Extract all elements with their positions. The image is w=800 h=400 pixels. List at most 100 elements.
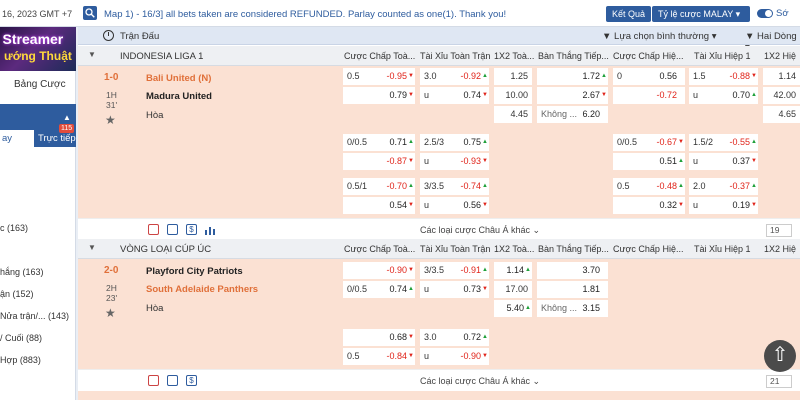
odds-type-select[interactable]: Tỷ lệ cược MALAY ▾: [652, 6, 750, 22]
odds-cell[interactable]: 1.5/2 -0.55 ▲: [689, 134, 758, 151]
odds-cell[interactable]: 2.5/3 0.75 ▲: [420, 134, 489, 151]
odds-cell[interactable]: u -0.90 ▼: [420, 348, 489, 365]
odds-cell[interactable]: u 0.74 ▼: [420, 87, 489, 104]
odds-cell[interactable]: Không ... 6.20: [537, 106, 608, 123]
odds-cell[interactable]: 4.65: [763, 106, 800, 123]
live-count-badge: 115: [59, 124, 75, 133]
odds-cell[interactable]: Không ... 3.15: [537, 300, 608, 317]
scoreboard-icon[interactable]: [167, 375, 178, 386]
odds-cell[interactable]: 5.40 ▲: [494, 300, 532, 317]
odds-cell[interactable]: 3.0 -0.92 ▲: [420, 68, 489, 85]
odds-cell[interactable]: -0.72: [613, 87, 685, 104]
odds-cell[interactable]: 0.5 -0.48 ▲: [613, 178, 685, 195]
odds-cell[interactable]: u 0.70 ▲: [689, 87, 758, 104]
odds-cell[interactable]: 0.54 ▼: [343, 197, 415, 214]
collapse-icon[interactable]: ▼: [88, 50, 96, 59]
odds-cell[interactable]: 4.45: [494, 106, 532, 123]
stats-icon[interactable]: [148, 224, 159, 235]
odds-type-label: Tỷ lệ cược MALAY: [658, 9, 734, 19]
match-period: 2H: [106, 283, 117, 293]
market-count[interactable]: 21: [766, 375, 792, 388]
odds-cell[interactable]: 1.81: [537, 281, 608, 298]
toggle-label: Sớ: [776, 8, 789, 19]
chevron-down-icon: ⌄: [532, 225, 541, 235]
sidebar-item[interactable]: ận (152): [0, 289, 34, 299]
cash-icon[interactable]: $: [186, 375, 197, 386]
odds-cell[interactable]: 2.67 ▼: [537, 87, 608, 104]
display-mode-select[interactable]: ▼ Lựa chọn bình thường ▾: [602, 31, 716, 42]
market-count[interactable]: 19: [766, 224, 792, 237]
odds-cell[interactable]: 42.00: [763, 87, 800, 104]
odds-cell[interactable]: 1.25: [494, 68, 532, 85]
tab-live[interactable]: Trực tiếp: [38, 133, 76, 144]
odds-cell[interactable]: u 0.37 ▼: [689, 153, 758, 170]
odds-cell[interactable]: u -0.93 ▼: [420, 153, 489, 170]
chevron-up-icon[interactable]: ▲: [63, 113, 71, 122]
odds-cell[interactable]: 3/3.5 -0.91 ▲: [420, 262, 489, 279]
odds-cell[interactable]: 0.79 ▼: [343, 87, 415, 104]
search-button[interactable]: [83, 6, 97, 20]
scroll-to-top-button[interactable]: ⇧: [764, 340, 796, 372]
col-header: Bàn Thắng Tiếp...: [538, 244, 609, 254]
league-name: INDONESIA LIGA 1: [120, 51, 204, 62]
odds-cell[interactable]: 10.00: [494, 87, 532, 104]
league-header[interactable]: ▼ VÒNG LOẠI CÚP ÚC Cược Chấp Toà... Tài …: [78, 239, 800, 259]
display-mode-label: Lựa chọn bình thường: [614, 31, 710, 42]
chart-icon[interactable]: [205, 226, 215, 235]
draw-label: Hòa: [146, 303, 164, 314]
odds-cell[interactable]: -0.87 ▼: [343, 153, 415, 170]
more-markets-link[interactable]: Các loại cược Châu Á khác ⌄: [420, 225, 540, 236]
odds-cell[interactable]: 0.32 ▼: [613, 197, 685, 214]
odds-cell[interactable]: -0.90 ▼: [343, 262, 415, 279]
odds-cell[interactable]: u 0.56 ▼: [420, 197, 489, 214]
odds-cell[interactable]: 0.5 -0.84 ▼: [343, 348, 415, 365]
odds-cell[interactable]: 1.14 ▲: [494, 262, 532, 279]
stats-icon[interactable]: [148, 375, 159, 386]
toggle-switch[interactable]: [757, 9, 773, 18]
odds-cell[interactable]: 0/0.5 0.71 ▲: [343, 134, 415, 151]
league-section: ▼ VÒNG LOẠI CÚP ÚC Cược Chấp Toà... Tài …: [78, 239, 800, 400]
odds-cell[interactable]: 2.0 -0.37 ▲: [689, 178, 758, 195]
sidebar-item[interactable]: hắng (163): [0, 267, 44, 277]
league-header[interactable]: ▼ INDONESIA LIGA 1 Cược Chấp Toà... Tài …: [78, 46, 800, 66]
scoreboard-icon[interactable]: [167, 224, 178, 235]
odds-cell[interactable]: 1.72 ▲: [537, 68, 608, 85]
more-markets-label: Các loại cược Châu Á khác: [420, 225, 530, 235]
tab-today[interactable]: ay: [0, 130, 34, 147]
odds-cell[interactable]: 0 0.56: [613, 68, 685, 85]
odds-cell[interactable]: 3.70: [537, 262, 608, 279]
sidebar-item[interactable]: Nửa trận/... (143): [0, 311, 69, 321]
odds-cell[interactable]: 0.5/1 -0.70 ▲: [343, 178, 415, 195]
left-sidebar: t Streamer ướng Thuật Bảng Cược ▲ ay Trự…: [0, 27, 76, 400]
results-button[interactable]: Kết Quả: [606, 6, 652, 22]
odds-cell[interactable]: 0/0.5 -0.67 ▼: [613, 134, 685, 151]
collapse-icon[interactable]: ▼: [88, 243, 96, 252]
odds-cell[interactable]: 0.5 -0.95 ▼: [343, 68, 415, 85]
odds-cell[interactable]: 3.0 0.72 ▲: [420, 329, 489, 346]
odds-cell[interactable]: u 0.19 ▼: [689, 197, 758, 214]
favorite-star-icon[interactable]: ★: [105, 306, 116, 320]
sidebar-item[interactable]: c (163): [0, 223, 28, 233]
banner-subtitle: ướng Thuật: [4, 49, 72, 63]
favorite-star-icon[interactable]: ★: [105, 113, 116, 127]
col-header: Cược Chấp Hiệ...: [613, 51, 684, 61]
odds-cell[interactable]: 1.14: [763, 68, 800, 85]
more-markets-link[interactable]: Các loại cược Châu Á khác ⌄: [420, 376, 540, 387]
streamer-banner[interactable]: t Streamer ướng Thuật: [0, 27, 76, 71]
odds-cell[interactable]: 0.51 ▲: [613, 153, 685, 170]
match-column-header: Trận Đấu: [120, 31, 160, 42]
odds-cell[interactable]: 0.68 ▼: [343, 329, 415, 346]
bet-slip-tab[interactable]: Bảng Cược: [14, 79, 66, 90]
sidebar-tabs: ay Trực tiếp 115: [0, 124, 76, 147]
col-header: Tài Xỉu Toàn Trận: [420, 244, 491, 254]
draw-label: Hòa: [146, 110, 164, 121]
sidebar-item[interactable]: / Cuối (88): [0, 333, 42, 343]
sidebar-item[interactable]: Hợp (883): [0, 355, 41, 365]
col-header: Cược Chấp Hiệ...: [613, 244, 684, 254]
cash-icon[interactable]: $: [186, 224, 197, 235]
odds-cell[interactable]: 1.5 -0.88 ▼: [689, 68, 758, 85]
odds-cell[interactable]: 3/3.5 -0.74 ▲: [420, 178, 489, 195]
odds-cell[interactable]: 17.00: [494, 281, 532, 298]
odds-cell[interactable]: 0/0.5 0.74 ▲: [343, 281, 415, 298]
odds-cell[interactable]: u 0.73 ▼: [420, 281, 489, 298]
